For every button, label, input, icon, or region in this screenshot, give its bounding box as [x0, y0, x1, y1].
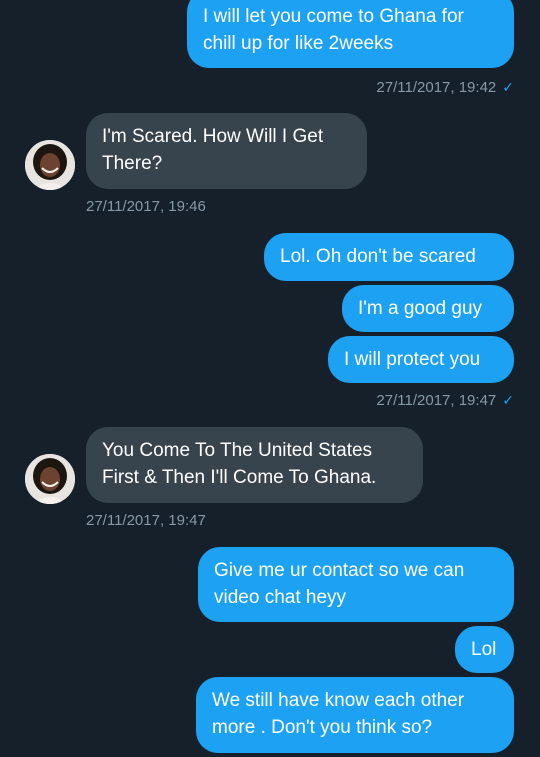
message-text-line: I'm a good guy	[358, 298, 483, 319]
message-text-line: I'm Scared. How Will I Get	[102, 126, 324, 147]
message-text-line: Give me ur contact so we can	[214, 560, 465, 581]
check-icon: ✓	[502, 392, 514, 408]
message-bubble-outgoing[interactable]: Lol	[455, 626, 514, 673]
message-text-line: First & Then I'll Come To Ghana.	[102, 467, 377, 488]
message-bubble-incoming[interactable]: You Come To The United States First & Th…	[86, 427, 423, 503]
message-text-line: chill up for like 2weeks	[203, 33, 394, 54]
message-bubble-outgoing[interactable]: I will protect you	[328, 336, 514, 383]
message-text-line: Lol	[471, 639, 497, 660]
message-timestamp: 27/11/2017, 19:47 ✓	[376, 392, 514, 409]
message-text-line: I will protect you	[344, 349, 481, 370]
message-timestamp: 27/11/2017, 19:47	[86, 512, 206, 529]
message-text-line: There?	[102, 153, 163, 174]
message-bubble-incoming[interactable]: I'm Scared. How Will I Get There?	[86, 113, 367, 189]
message-timestamp: 27/11/2017, 19:42 ✓	[376, 79, 514, 96]
message-bubble-outgoing[interactable]: We still have know each other more . Don…	[196, 677, 514, 753]
message-text-line: I will let you come to Ghana for	[203, 6, 464, 27]
message-text-line: more . Don't you think so?	[212, 717, 433, 738]
message-text-line: We still have know each other	[212, 690, 465, 711]
avatar[interactable]	[25, 454, 75, 504]
message-bubble-outgoing[interactable]: Give me ur contact so we can video chat …	[198, 547, 514, 622]
message-text-line: Lol. Oh don't be scared	[280, 246, 476, 267]
check-icon: ✓	[502, 79, 514, 95]
message-text-line: You Come To The United States	[102, 440, 373, 461]
message-text-line: video chat heyy	[214, 587, 347, 608]
message-timestamp: 27/11/2017, 19:46	[86, 198, 206, 215]
avatar[interactable]	[25, 140, 75, 190]
message-bubble-outgoing[interactable]: Lol. Oh don't be scared	[264, 233, 514, 281]
message-bubble-outgoing[interactable]: I'm a good guy	[342, 285, 514, 332]
message-bubble-outgoing[interactable]: I will let you come to Ghana for chill u…	[187, 0, 514, 68]
